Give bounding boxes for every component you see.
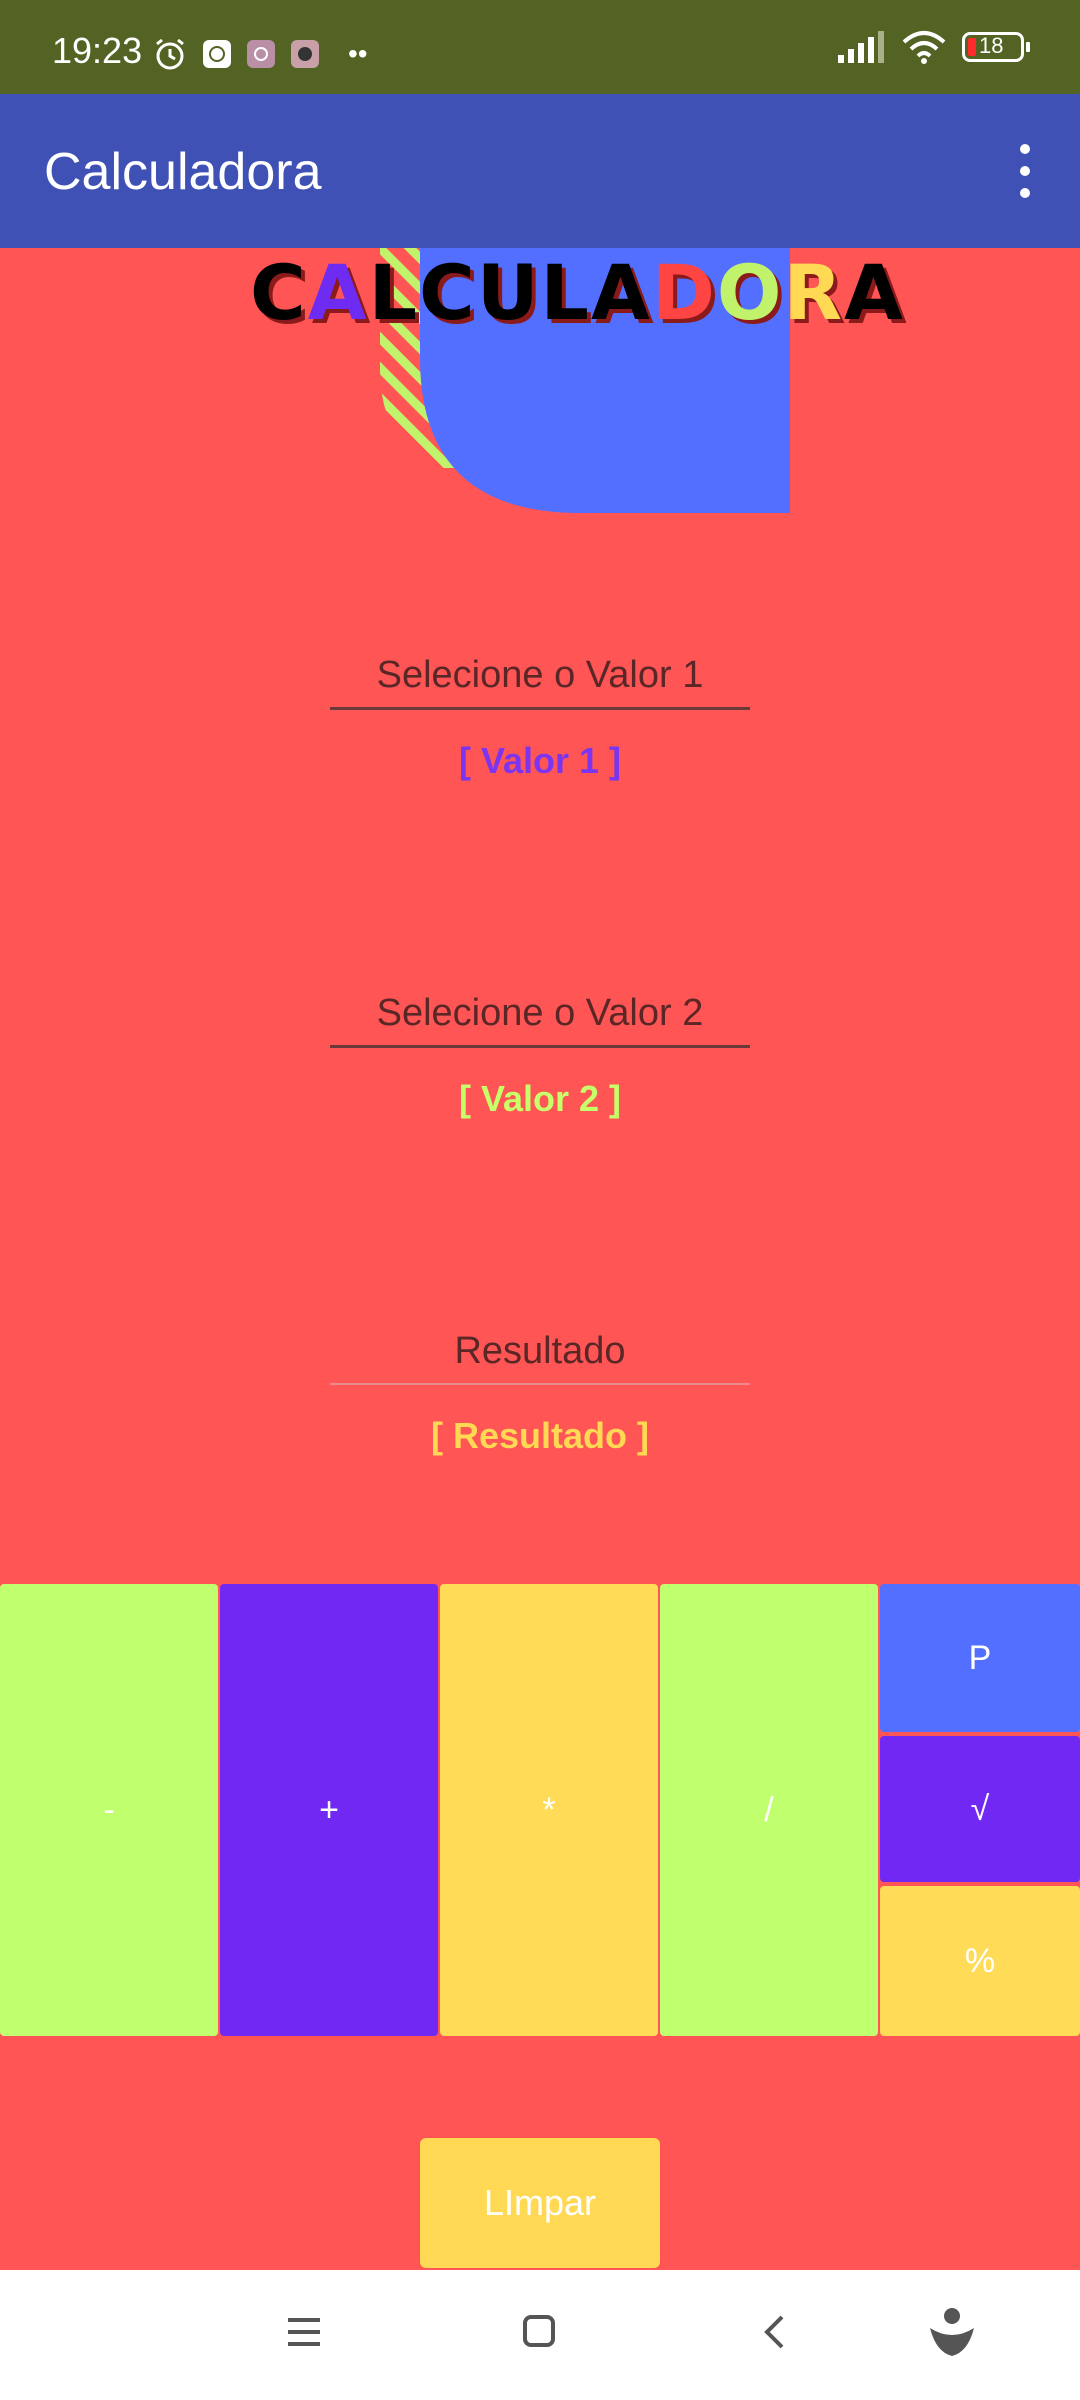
alarm-icon [156, 38, 184, 70]
value1-hint: Selecione o Valor 1 [330, 654, 750, 710]
logo-letter: A [307, 248, 369, 337]
value1-display: [ Valor 1 ] [458, 740, 622, 781]
logo-title: CALCULADORA [250, 248, 905, 337]
value1-field[interactable]: Selecione o Valor 1 [ Valor 1 ] [330, 654, 750, 782]
app-notification-icon [203, 40, 231, 68]
assistant-icon[interactable] [928, 2306, 976, 2358]
app-bar: Calculadora [0, 94, 1080, 248]
minus-label: - [103, 1790, 115, 1829]
signal-icon [838, 31, 884, 63]
logo-letter: C [250, 248, 308, 337]
percent-label: % [964, 1941, 996, 1980]
navigation-bar [0, 2270, 1080, 2400]
clear-button[interactable]: LImpar [420, 2138, 660, 2268]
power-button[interactable]: P [880, 1584, 1080, 1732]
logo-letter: U [476, 248, 541, 337]
plus-button[interactable]: + [220, 1584, 438, 2036]
more-notifications-indicator: •• [348, 38, 368, 69]
battery-level: 18 [979, 33, 1004, 58]
clear-label: LImpar [483, 2182, 597, 2223]
status-bar: 19:23 •• 18 [0, 0, 1080, 94]
logo-letter: C [419, 248, 477, 337]
power-label: P [968, 1638, 992, 1677]
app-notification-icon [247, 40, 275, 68]
status-time: 19:23 [52, 30, 143, 71]
notification-icons: •• [152, 36, 368, 72]
logo-letter: D [651, 248, 717, 337]
wifi-icon [902, 31, 946, 64]
result-display: [ Resultado ] [430, 1415, 649, 1456]
logo-letter: L [368, 248, 420, 337]
logo-letter: L [540, 248, 591, 337]
result-hint: Resultado [330, 1330, 750, 1385]
home-square-icon[interactable] [522, 2314, 556, 2348]
logo-letter: O [716, 248, 784, 337]
app-notification-icon [291, 40, 319, 68]
value2-hint: Selecione o Valor 2 [330, 992, 750, 1048]
more-options-icon[interactable] [1010, 144, 1040, 200]
battery-icon: 18 [962, 32, 1030, 62]
logo-letter: R [783, 248, 845, 337]
operations-keypad: - + * / P √ % [0, 1584, 1080, 2036]
result-field: Resultado [ Resultado ] [330, 1330, 750, 1457]
calculadora-logo: CALCULADORA [250, 248, 903, 516]
plus-label: + [319, 1790, 339, 1829]
sqrt-button[interactable]: √ [880, 1736, 1080, 1882]
percent-button[interactable]: % [880, 1886, 1080, 2036]
minus-button[interactable]: - [0, 1584, 218, 2036]
logo-letter: A [844, 248, 905, 337]
value2-display: [ Valor 2 ] [458, 1078, 622, 1119]
system-icons: 18 [838, 30, 1030, 64]
app-title: Calculadora [44, 143, 322, 201]
menu-icon[interactable] [286, 2314, 322, 2350]
logo-letter: A [590, 248, 652, 337]
back-chevron-icon[interactable] [762, 2314, 786, 2350]
multiply-button[interactable]: * [440, 1584, 658, 2036]
divide-button[interactable]: / [660, 1584, 878, 2036]
multiply-label: * [542, 1790, 556, 1829]
value2-field[interactable]: Selecione o Valor 2 [ Valor 2 ] [330, 992, 750, 1120]
sqrt-label: √ [970, 1789, 990, 1828]
divide-label: / [764, 1790, 774, 1829]
